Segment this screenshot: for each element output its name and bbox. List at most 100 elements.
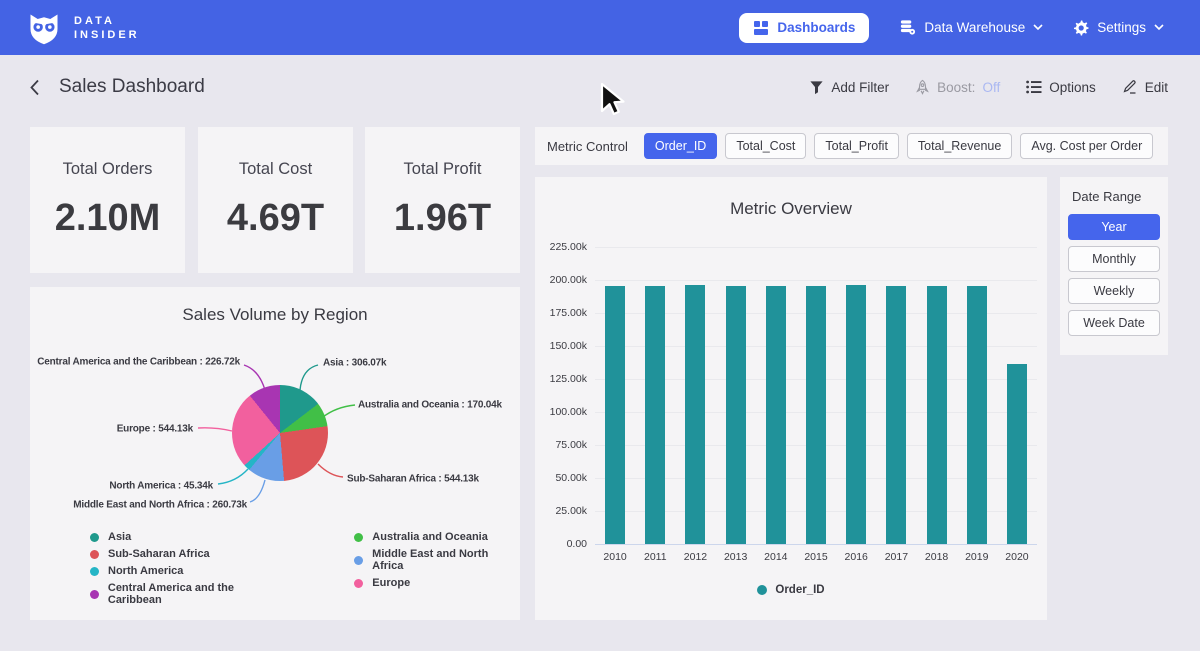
boost-toggle[interactable]: Boost: Off [915, 79, 1000, 95]
page-title: Sales Dashboard [59, 76, 205, 98]
dashboard-grid-icon [753, 20, 769, 36]
metric-control-bar: Metric Control Order_ID Total_Cost Total_P… [535, 127, 1168, 165]
edit-pencil-icon [1122, 79, 1138, 95]
legend-label: Australia and Oceania [372, 531, 488, 543]
bar-column [836, 247, 876, 544]
date-range-option-year[interactable]: Year [1068, 214, 1160, 240]
toolbar-actions: Add Filter Boost: Off Options [809, 79, 1168, 95]
database-icon [899, 19, 916, 36]
legend-series-label: Order_ID [775, 584, 824, 596]
x-axis-tick: 2010 [595, 551, 635, 563]
bars-row [595, 247, 1037, 544]
metric-option-total-revenue[interactable]: Total_Revenue [907, 133, 1012, 159]
data-warehouse-label: Data Warehouse [924, 20, 1025, 35]
x-axis-tick: 2015 [796, 551, 836, 563]
bar-chart-legend[interactable]: Order_ID [535, 584, 1047, 596]
edit-label: Edit [1145, 80, 1168, 95]
x-axis-tick: 2013 [716, 551, 756, 563]
bar[interactable] [726, 286, 746, 544]
bar[interactable] [886, 286, 906, 544]
metric-option-total-profit[interactable]: Total_Profit [814, 133, 899, 159]
bar[interactable] [605, 286, 625, 544]
y-axis-tick: 100.00k [537, 406, 587, 418]
metric-option-avg-cost-per-order[interactable]: Avg. Cost per Order [1020, 133, 1153, 159]
data-warehouse-menu[interactable]: Data Warehouse [899, 19, 1043, 36]
sales-dashboard-screen: DATA INSIDER Dashboards [0, 0, 1200, 651]
x-axis-tick: 2018 [917, 551, 957, 563]
settings-menu[interactable]: Settings [1073, 20, 1164, 36]
date-range-option-monthly[interactable]: Monthly [1068, 246, 1160, 272]
options-button[interactable]: Options [1026, 80, 1096, 95]
owl-logo-icon [26, 10, 62, 46]
bar[interactable] [806, 286, 826, 544]
y-axis-tick: 150.00k [537, 340, 587, 352]
options-label: Options [1049, 80, 1096, 95]
pie-legend-item[interactable]: North America [90, 565, 288, 577]
metric-option-total-cost[interactable]: Total_Cost [725, 133, 806, 159]
filter-funnel-icon [809, 80, 824, 95]
pie-legend-item[interactable]: Europe [354, 577, 520, 589]
boost-rocket-icon [915, 79, 930, 95]
legend-dot [90, 567, 99, 576]
brand: DATA INSIDER [26, 10, 140, 46]
pie-legend-item[interactable]: Middle East and North Africa [354, 548, 520, 572]
back-chevron-icon[interactable] [28, 78, 41, 97]
date-range-label: Date Range [1072, 189, 1160, 204]
legend-label: Central America and the Caribbean [108, 582, 288, 606]
bar[interactable] [1007, 364, 1027, 544]
date-range-option-week-date[interactable]: Week Date [1068, 310, 1160, 336]
pie-legend-column: Australia and Oceania Middle East and Nor… [354, 531, 520, 606]
mouse-cursor [600, 82, 626, 118]
pie-legend-item[interactable]: Asia [90, 531, 288, 543]
bar-column [957, 247, 997, 544]
legend-dot [354, 533, 363, 542]
boost-label: Boost: [937, 80, 975, 95]
boost-state: Off [982, 80, 1000, 95]
legend-dot [90, 590, 99, 599]
bar[interactable] [927, 286, 947, 544]
dashboards-button[interactable]: Dashboards [739, 13, 869, 43]
bar-column [796, 247, 836, 544]
pie-label-sub-saharan-africa: Sub-Saharan Africa : 544.13k [347, 474, 479, 485]
pie-label-central-america-and-the-caribbean: Central America and the Caribbean : 226.… [37, 357, 240, 368]
y-axis-tick: 25.00k [537, 505, 587, 517]
x-axis-tick: 2017 [876, 551, 916, 563]
bar[interactable] [766, 286, 786, 544]
bar[interactable] [645, 286, 665, 544]
pie-label-europe: Europe : 544.13k [117, 424, 193, 435]
pie-legend-column: Asia Sub-Saharan Africa North America Centr… [90, 531, 288, 606]
pie-label-north-america: North America : 45.34k [109, 481, 213, 492]
options-list-icon [1026, 80, 1042, 94]
bar[interactable] [685, 285, 705, 544]
x-axis-tick: 2016 [836, 551, 876, 563]
y-axis-tick: 0.00 [537, 538, 587, 550]
pie-legend-item[interactable]: Central America and the Caribbean [90, 582, 288, 606]
bar[interactable] [967, 286, 987, 544]
bar[interactable] [846, 285, 866, 544]
add-filter-button[interactable]: Add Filter [809, 80, 889, 95]
kpi-value: 4.69T [227, 197, 324, 240]
metric-option-order-id[interactable]: Order_ID [644, 133, 717, 159]
metric-control-label: Metric Control [547, 139, 628, 154]
bar-chart-title: Metric Overview [535, 199, 1047, 219]
x-axis-tick: 2020 [997, 551, 1037, 563]
kpi-label: Total Profit [404, 160, 482, 179]
nav-menu: Dashboards Data Warehouse [739, 13, 1164, 43]
bar-plot: 225.00k200.00k175.00k150.00k125.00k100.0… [595, 247, 1037, 544]
edit-button[interactable]: Edit [1122, 79, 1168, 95]
pie-legend-item[interactable]: Australia and Oceania [354, 531, 520, 543]
chevron-down-icon [1033, 24, 1043, 31]
pie-chart[interactable] [232, 385, 328, 481]
date-range-option-weekly[interactable]: Weekly [1068, 278, 1160, 304]
pie-label-asia: Asia : 306.07k [323, 358, 386, 369]
x-axis-tick: 2011 [635, 551, 675, 563]
kpi-label: Total Orders [63, 160, 153, 179]
y-axis-tick: 225.00k [537, 241, 587, 253]
legend-label: Middle East and North Africa [372, 548, 520, 572]
bar-column [997, 247, 1037, 544]
bar-column [595, 247, 635, 544]
legend-dot [90, 533, 99, 542]
legend-dot [90, 550, 99, 559]
pie-legend-item[interactable]: Sub-Saharan Africa [90, 548, 288, 560]
legend-label: Asia [108, 531, 131, 543]
